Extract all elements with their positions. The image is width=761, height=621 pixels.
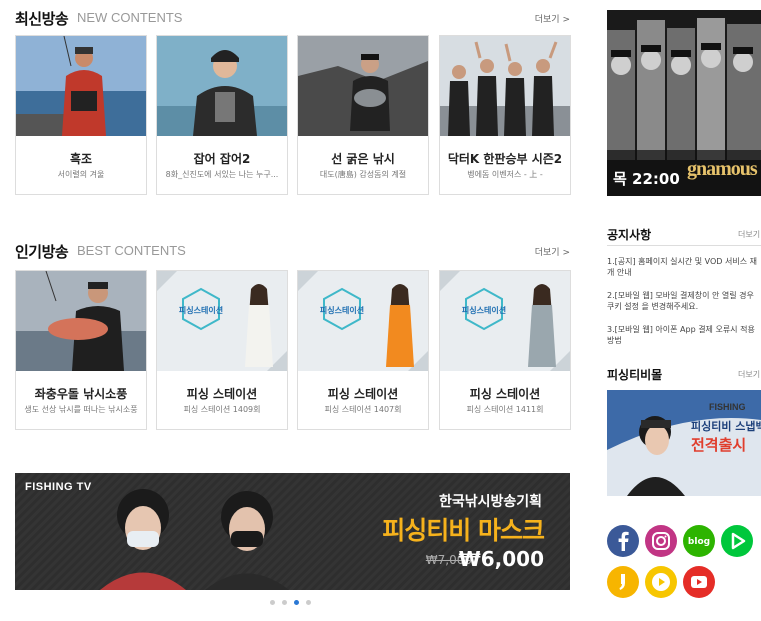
best-contents-header: 인기방송 BEST CONTENTS 더보기 > [15, 241, 570, 263]
more-link[interactable]: 더보기 > [535, 12, 570, 25]
thumbnail [157, 36, 287, 136]
facebook-icon[interactable] [607, 525, 639, 557]
card-title: 선 굵은 낚시 [331, 152, 395, 166]
kakao-icon[interactable] [607, 566, 639, 598]
youtube-icon[interactable] [683, 566, 715, 598]
best-contents-list: 좌충우돌 낚시소풍 생도 선상 낚시를 떠나는 낚시소풍 피싱스테이션 피싱 스… [15, 270, 571, 430]
snapback-promo-banner[interactable]: FISHING 피싱티비 스냅백 전격출시 [607, 390, 761, 496]
banner-pagination [270, 600, 320, 606]
banner-subtitle: 한국낚시방송기획 [438, 494, 542, 510]
card-title: 피싱 스테이션 [469, 387, 541, 401]
card-description: 생도 선상 낚시를 떠나는 낚시소풍 [24, 405, 138, 414]
card-title: 좌충우돌 낚시소풍 [34, 387, 128, 401]
card-title: 닥터K 한판승부 시즌2 [447, 152, 563, 166]
kakao-tv-icon[interactable] [645, 566, 677, 598]
thumbnail [440, 36, 570, 136]
card-description: 서이렬의 겨울 [57, 170, 105, 179]
thumbnail [298, 36, 428, 136]
program-promo-banner[interactable]: 목 22:00 gnamous [607, 10, 761, 196]
svg-text:피싱스테이션: 피싱스테이션 [320, 305, 364, 315]
content-card[interactable]: 잡어 잡어2 8화_신진도에 서있는 나는 누구... [156, 35, 288, 195]
content-card[interactable]: 닥터K 한판승부 시즌2 벵에돔 이벤저스 - 上 - [439, 35, 571, 195]
naver-tv-icon[interactable] [721, 525, 753, 557]
instagram-icon[interactable] [645, 525, 677, 557]
card-description: 피싱 스테이션 1411회 [466, 405, 544, 414]
pagination-dot[interactable] [306, 600, 311, 605]
mall-title: 피싱티비몰 [607, 368, 663, 382]
section-title: 최신방송 [15, 10, 69, 28]
thumbnail: 피싱스테이션 [157, 271, 287, 371]
thumbnail: 피싱스테이션 [298, 271, 428, 371]
section-title: 인기방송 [15, 243, 69, 261]
gnamous-logo: gnamous [687, 158, 758, 180]
svg-text:blog: blog [688, 537, 710, 547]
content-card[interactable]: 피싱스테이션 피싱 스테이션 피싱 스테이션 1409회 [156, 270, 288, 430]
pagination-dot-active[interactable] [294, 600, 299, 605]
card-description: 대도(唐島) 감성돔의 계절 [319, 170, 407, 179]
notice-item[interactable]: 3.[모바일 웹] 아이폰 App 결제 오류시 적용 방법 [607, 324, 761, 346]
banner-title: 피싱티비 마스크 [382, 516, 545, 545]
new-contents-list: 흑조 서이렬의 겨울 잡어 잡어2 8화_신진도에 서있는 나는 누구... 선… [15, 35, 571, 195]
mall-more-link[interactable]: 더보기 [738, 369, 760, 380]
card-title: 피싱 스테이션 [327, 387, 399, 401]
section-subtitle: BEST CONTENTS [77, 243, 186, 258]
banner-highlight: 전격출시 [691, 436, 747, 454]
notice-title: 공지사항 [607, 228, 652, 242]
card-title: 잡어 잡어2 [193, 152, 251, 166]
section-subtitle: NEW CONTENTS [77, 10, 183, 25]
content-card[interactable]: 피싱스테이션 피싱 스테이션 피싱 스테이션 1407회 [297, 270, 429, 430]
thumbnail [16, 271, 146, 371]
content-card[interactable]: 피싱스테이션 피싱 스테이션 피싱 스테이션 1411회 [439, 270, 571, 430]
notice-item[interactable]: 1.[공지] 홈페이지 실시간 및 VOD 서비스 재개 안내 [607, 256, 761, 278]
fishing-logo: FISHING [709, 402, 746, 412]
thumbnail [16, 36, 146, 136]
card-description: 벵에돔 이벤저스 - 上 - [467, 170, 543, 179]
divider [607, 245, 761, 246]
broadcast-time: 목 22:00 [613, 170, 680, 188]
banner-line: 피싱티비 스냅백 [691, 420, 761, 433]
card-title: 흑조 [69, 152, 93, 166]
new-price: ₩6,000 [458, 547, 544, 571]
card-description: 피싱 스테이션 1409회 [183, 405, 261, 414]
thumbnail: 피싱스테이션 [440, 271, 570, 371]
mask-promo-banner[interactable]: FISHING TV 한국낚시방송기획 피싱티비 마스크 ₩7,000 ₩6,0… [15, 473, 570, 590]
fishing-tv-logo: FISHING TV [25, 481, 92, 493]
pagination-dot[interactable] [282, 600, 287, 605]
card-description: 8화_신진도에 서있는 나는 누구... [165, 170, 279, 179]
notice-more-link[interactable]: 더보기 [738, 229, 760, 240]
notice-item[interactable]: 2.[모바일 웹] 모바일 결제창이 안 열릴 경우 쿠키 설정 을 변경해주세… [607, 290, 761, 312]
content-card[interactable]: 흑조 서이렬의 겨울 [15, 35, 147, 195]
content-card[interactable]: 선 굵은 낚시 대도(唐島) 감성돔의 계절 [297, 35, 429, 195]
svg-text:피싱스테이션: 피싱스테이션 [462, 305, 506, 315]
card-description: 피싱 스테이션 1407회 [324, 405, 402, 414]
content-card[interactable]: 좌충우돌 낚시소풍 생도 선상 낚시를 떠나는 낚시소풍 [15, 270, 147, 430]
new-contents-header: 최신방송 NEW CONTENTS 더보기 > [15, 8, 570, 30]
blog-icon[interactable]: blog [683, 525, 715, 557]
more-link[interactable]: 더보기 > [535, 245, 570, 258]
pagination-dot[interactable] [270, 600, 275, 605]
svg-text:피싱스테이션: 피싱스테이션 [179, 305, 223, 315]
card-title: 피싱 스테이션 [186, 387, 258, 401]
